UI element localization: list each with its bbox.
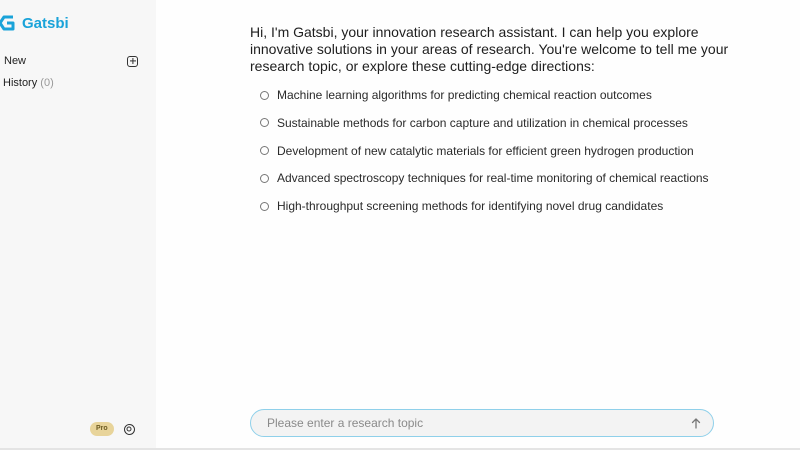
send-button[interactable] [687,414,705,432]
pro-badge[interactable]: Pro [90,422,114,436]
topic-input-container [250,409,714,437]
brand-name: Gatsbi [22,14,69,32]
sidebar: Gatsbi New History (0) Pro [0,0,156,450]
history-count: (0) [40,77,54,89]
radio-icon[interactable] [260,118,269,128]
new-chat-button[interactable]: New [4,52,138,70]
new-label: New [4,55,27,67]
main-content: Hi, I'm Gatsbi, your innovation research… [156,0,800,450]
suggestion-label: Sustainable methods for carbon capture a… [277,115,688,130]
history-label: History [3,77,38,89]
suggestion-label: Development of new catalytic materials f… [277,143,694,158]
arrow-up-icon [691,418,701,429]
suggestion-option[interactable]: High-throughput screening methods for id… [260,198,709,214]
settings-icon[interactable] [123,423,135,435]
radio-icon[interactable] [260,201,269,211]
app-window: Gatsbi New History (0) Pro Hi, I'm Gatsb… [0,0,800,450]
assistant-intro-message: Hi, I'm Gatsbi, your innovation research… [250,24,729,74]
radio-icon[interactable] [260,173,269,183]
suggestion-option[interactable]: Machine learning algorithms for predicti… [260,87,709,103]
suggestion-label: Advanced spectroscopy techniques for rea… [277,171,709,186]
gatsbi-logo-icon [0,12,16,34]
suggestion-label: High-throughput screening methods for id… [277,199,664,214]
suggestion-option[interactable]: Sustainable methods for carbon capture a… [260,115,709,131]
suggestion-label: Machine learning algorithms for predicti… [277,88,652,102]
radio-icon[interactable] [260,90,269,100]
sidebar-footer: Pro [90,422,135,436]
radio-icon[interactable] [260,146,269,156]
plus-square-icon[interactable] [127,55,138,67]
suggestion-list: Machine learning algorithms for predicti… [260,87,709,226]
suggestion-option[interactable]: Advanced spectroscopy techniques for rea… [260,170,709,186]
suggestion-option[interactable]: Development of new catalytic materials f… [260,143,709,159]
history-button[interactable]: History (0) [3,77,54,89]
brand[interactable]: Gatsbi [0,12,69,34]
research-topic-input[interactable] [265,415,687,431]
